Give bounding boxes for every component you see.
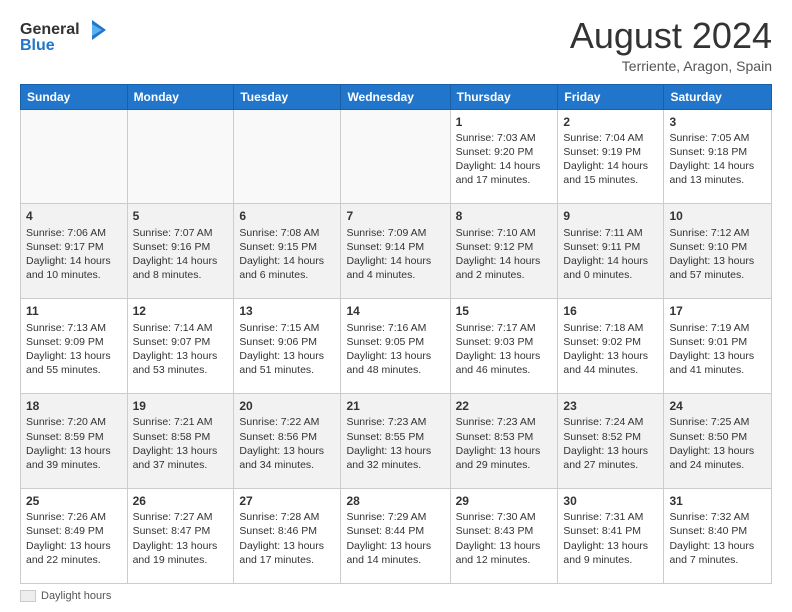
calendar-cell: 15Sunrise: 7:17 AMSunset: 9:03 PMDayligh…: [450, 299, 558, 394]
header-wednesday: Wednesday: [341, 84, 450, 109]
calendar-cell: 6Sunrise: 7:08 AMSunset: 9:15 PMDaylight…: [234, 204, 341, 299]
calendar-cell: 22Sunrise: 7:23 AMSunset: 8:53 PMDayligh…: [450, 394, 558, 489]
day-number: 26: [133, 493, 229, 509]
calendar-cell: 2Sunrise: 7:04 AMSunset: 9:19 PMDaylight…: [558, 109, 664, 204]
calendar-cell: 8Sunrise: 7:10 AMSunset: 9:12 PMDaylight…: [450, 204, 558, 299]
calendar-cell: 24Sunrise: 7:25 AMSunset: 8:50 PMDayligh…: [664, 394, 772, 489]
day-number: 21: [346, 398, 444, 414]
calendar-cell: [21, 109, 128, 204]
calendar-cell: 11Sunrise: 7:13 AMSunset: 9:09 PMDayligh…: [21, 299, 128, 394]
subtitle: Terriente, Aragon, Spain: [570, 58, 772, 74]
week-row-4: 18Sunrise: 7:20 AMSunset: 8:59 PMDayligh…: [21, 394, 772, 489]
day-number: 16: [563, 303, 658, 319]
logo-svg: General Blue: [20, 16, 110, 54]
calendar-cell: 28Sunrise: 7:29 AMSunset: 8:44 PMDayligh…: [341, 489, 450, 584]
calendar-cell: [234, 109, 341, 204]
header-monday: Monday: [127, 84, 234, 109]
legend-label: Daylight hours: [41, 590, 111, 602]
day-number: 27: [239, 493, 335, 509]
calendar-cell: 12Sunrise: 7:14 AMSunset: 9:07 PMDayligh…: [127, 299, 234, 394]
day-number: 1: [456, 114, 553, 130]
calendar-cell: 30Sunrise: 7:31 AMSunset: 8:41 PMDayligh…: [558, 489, 664, 584]
day-number: 24: [669, 398, 766, 414]
calendar-cell: 7Sunrise: 7:09 AMSunset: 9:14 PMDaylight…: [341, 204, 450, 299]
top-section: General Blue August 2024 Terriente, Arag…: [20, 16, 772, 74]
calendar-cell: 25Sunrise: 7:26 AMSunset: 8:49 PMDayligh…: [21, 489, 128, 584]
calendar-cell: 16Sunrise: 7:18 AMSunset: 9:02 PMDayligh…: [558, 299, 664, 394]
day-number: 30: [563, 493, 658, 509]
calendar-table: Sunday Monday Tuesday Wednesday Thursday…: [20, 84, 772, 584]
header-friday: Friday: [558, 84, 664, 109]
day-number: 2: [563, 114, 658, 130]
day-number: 3: [669, 114, 766, 130]
calendar-cell: 1Sunrise: 7:03 AMSunset: 9:20 PMDaylight…: [450, 109, 558, 204]
title-block: August 2024 Terriente, Aragon, Spain: [570, 16, 772, 74]
svg-text:General: General: [20, 21, 80, 38]
calendar-cell: 5Sunrise: 7:07 AMSunset: 9:16 PMDaylight…: [127, 204, 234, 299]
main-title: August 2024: [570, 16, 772, 56]
calendar-cell: 26Sunrise: 7:27 AMSunset: 8:47 PMDayligh…: [127, 489, 234, 584]
day-number: 12: [133, 303, 229, 319]
day-number: 5: [133, 208, 229, 224]
logo-text: General Blue: [20, 16, 110, 59]
calendar-cell: 4Sunrise: 7:06 AMSunset: 9:17 PMDaylight…: [21, 204, 128, 299]
calendar-cell: 9Sunrise: 7:11 AMSunset: 9:11 PMDaylight…: [558, 204, 664, 299]
header-saturday: Saturday: [664, 84, 772, 109]
header-row: Sunday Monday Tuesday Wednesday Thursday…: [21, 84, 772, 109]
day-number: 23: [563, 398, 658, 414]
calendar-cell: 29Sunrise: 7:30 AMSunset: 8:43 PMDayligh…: [450, 489, 558, 584]
day-number: 25: [26, 493, 122, 509]
calendar-cell: 20Sunrise: 7:22 AMSunset: 8:56 PMDayligh…: [234, 394, 341, 489]
day-number: 29: [456, 493, 553, 509]
day-number: 8: [456, 208, 553, 224]
calendar-cell: 19Sunrise: 7:21 AMSunset: 8:58 PMDayligh…: [127, 394, 234, 489]
calendar-cell: 14Sunrise: 7:16 AMSunset: 9:05 PMDayligh…: [341, 299, 450, 394]
day-number: 11: [26, 303, 122, 319]
day-number: 15: [456, 303, 553, 319]
day-number: 20: [239, 398, 335, 414]
day-number: 28: [346, 493, 444, 509]
legend-box: [20, 590, 36, 602]
calendar-cell: 23Sunrise: 7:24 AMSunset: 8:52 PMDayligh…: [558, 394, 664, 489]
footer: Daylight hours: [20, 590, 772, 602]
day-number: 6: [239, 208, 335, 224]
calendar-cell: 31Sunrise: 7:32 AMSunset: 8:40 PMDayligh…: [664, 489, 772, 584]
calendar-body: 1Sunrise: 7:03 AMSunset: 9:20 PMDaylight…: [21, 109, 772, 583]
day-number: 18: [26, 398, 122, 414]
day-number: 19: [133, 398, 229, 414]
calendar-cell: [127, 109, 234, 204]
week-row-3: 11Sunrise: 7:13 AMSunset: 9:09 PMDayligh…: [21, 299, 772, 394]
calendar-cell: 10Sunrise: 7:12 AMSunset: 9:10 PMDayligh…: [664, 204, 772, 299]
header-thursday: Thursday: [450, 84, 558, 109]
calendar-cell: [341, 109, 450, 204]
day-number: 10: [669, 208, 766, 224]
day-number: 17: [669, 303, 766, 319]
day-number: 31: [669, 493, 766, 509]
week-row-1: 1Sunrise: 7:03 AMSunset: 9:20 PMDaylight…: [21, 109, 772, 204]
calendar-cell: 18Sunrise: 7:20 AMSunset: 8:59 PMDayligh…: [21, 394, 128, 489]
logo: General Blue: [20, 16, 110, 59]
week-row-5: 25Sunrise: 7:26 AMSunset: 8:49 PMDayligh…: [21, 489, 772, 584]
calendar-cell: 3Sunrise: 7:05 AMSunset: 9:18 PMDaylight…: [664, 109, 772, 204]
day-number: 22: [456, 398, 553, 414]
header-sunday: Sunday: [21, 84, 128, 109]
day-number: 7: [346, 208, 444, 224]
day-number: 13: [239, 303, 335, 319]
calendar-header: Sunday Monday Tuesday Wednesday Thursday…: [21, 84, 772, 109]
calendar-cell: 13Sunrise: 7:15 AMSunset: 9:06 PMDayligh…: [234, 299, 341, 394]
calendar-cell: 21Sunrise: 7:23 AMSunset: 8:55 PMDayligh…: [341, 394, 450, 489]
day-number: 4: [26, 208, 122, 224]
svg-text:Blue: Blue: [20, 37, 55, 54]
calendar-cell: 17Sunrise: 7:19 AMSunset: 9:01 PMDayligh…: [664, 299, 772, 394]
week-row-2: 4Sunrise: 7:06 AMSunset: 9:17 PMDaylight…: [21, 204, 772, 299]
page: General Blue August 2024 Terriente, Arag…: [0, 0, 792, 612]
day-number: 14: [346, 303, 444, 319]
header-tuesday: Tuesday: [234, 84, 341, 109]
day-number: 9: [563, 208, 658, 224]
calendar-cell: 27Sunrise: 7:28 AMSunset: 8:46 PMDayligh…: [234, 489, 341, 584]
